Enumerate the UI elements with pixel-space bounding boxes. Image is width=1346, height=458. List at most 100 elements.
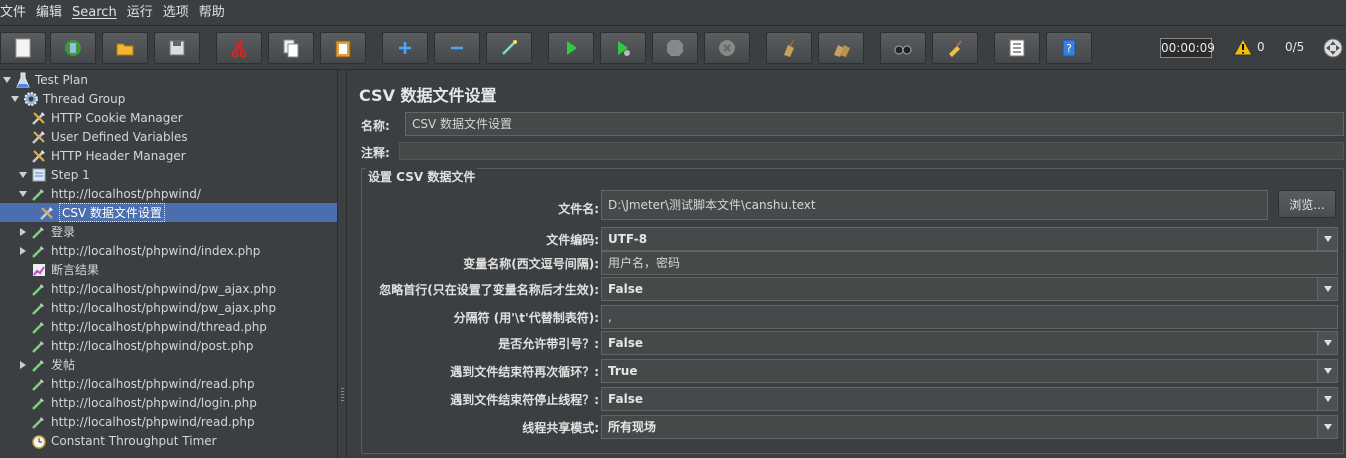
tree-node[interactable]: http://localhost/phpwind/pw_ajax.php — [0, 298, 337, 317]
tree-node[interactable]: Thread Group — [0, 89, 337, 108]
dropdown-arrow-icon[interactable] — [1317, 388, 1337, 410]
setting-dropdown[interactable]: True — [601, 359, 1338, 383]
dropdown-arrow-icon[interactable] — [1317, 416, 1337, 438]
tree-node[interactable]: http://localhost/phpwind/pw_ajax.php — [0, 279, 337, 298]
paste-button[interactable] — [320, 32, 366, 64]
help-button[interactable]: ? — [1046, 32, 1092, 64]
throughput-timer-icon — [32, 434, 46, 449]
function-helper-button[interactable] — [994, 32, 1040, 64]
setting-label: 忽略首行(只在设置了变量名称后才生效): — [379, 283, 599, 297]
setting-dropdown[interactable]: False — [601, 277, 1338, 301]
clear-all-button[interactable] — [818, 32, 864, 64]
list-icon — [1009, 39, 1025, 57]
test-plan-flask-icon — [16, 72, 30, 87]
minus-icon — [451, 46, 463, 50]
setting-dropdown[interactable]: False — [601, 387, 1338, 411]
save-button[interactable] — [154, 32, 200, 64]
comment-input[interactable] — [399, 142, 1344, 160]
toggle-button[interactable] — [486, 32, 532, 64]
cut-button[interactable] — [216, 32, 262, 64]
dropdown-arrow-icon[interactable] — [1317, 228, 1337, 250]
collapse-all-button[interactable] — [434, 32, 480, 64]
remote-start-icon[interactable] — [1322, 37, 1344, 59]
stop-button[interactable] — [652, 32, 698, 64]
tree-node[interactable]: http://localhost/phpwind/read.php — [0, 374, 337, 393]
warning-indicator[interactable]: 0 — [1233, 38, 1265, 56]
collapsed-triangle-icon[interactable] — [18, 246, 28, 256]
setting-dropdown[interactable]: UTF-8 — [601, 227, 1338, 251]
dropdown-arrow-icon[interactable] — [1317, 332, 1337, 354]
tree-node[interactable]: CSV 数据文件设置 — [0, 203, 337, 222]
browse-button[interactable]: 浏览... — [1278, 190, 1336, 218]
collapsed-triangle-icon[interactable] — [18, 227, 28, 237]
expanded-triangle-icon[interactable] — [2, 75, 12, 85]
splitter-grip[interactable] — [341, 388, 344, 402]
setting-text-input[interactable]: 用户名，密码 — [601, 251, 1338, 275]
tree-node[interactable]: HTTP Cookie Manager — [0, 108, 337, 127]
tree-node[interactable]: User Defined Variables — [0, 127, 337, 146]
tree-node[interactable]: 登录 — [0, 222, 337, 241]
http-sampler-pipette-icon — [32, 416, 44, 429]
shutdown-button[interactable] — [704, 32, 750, 64]
tree-node-label: http://localhost/phpwind/post.php — [51, 338, 254, 353]
tree-node[interactable]: HTTP Header Manager — [0, 146, 337, 165]
config-element-wrench-icon — [32, 111, 45, 125]
new-button[interactable] — [0, 32, 46, 64]
menu-edit[interactable]: 编辑 — [31, 0, 67, 26]
simple-controller-icon — [32, 168, 46, 181]
thread-group-gear-icon — [24, 91, 38, 106]
menu-search[interactable]: Search — [67, 0, 122, 26]
setting-text-input[interactable]: D:\Jmeter\测试脚本文件\canshu.text — [601, 190, 1268, 220]
dropdown-arrow-icon[interactable] — [1317, 278, 1337, 300]
clear-button[interactable] — [766, 32, 812, 64]
menu-run[interactable]: 运行 — [122, 0, 158, 26]
start-button[interactable] — [548, 32, 594, 64]
http-sampler-pipette-icon — [32, 226, 44, 239]
setting-dropdown[interactable]: 所有现场 — [601, 415, 1338, 439]
expanded-triangle-icon[interactable] — [10, 94, 20, 104]
tree-node-label: http://localhost/phpwind/index.php — [51, 243, 261, 258]
open-button[interactable] — [102, 32, 148, 64]
tree-node[interactable]: 断言结果 — [0, 260, 337, 279]
menu-help[interactable]: 帮助 — [194, 0, 230, 26]
tree-node[interactable]: http://localhost/phpwind/post.php — [0, 336, 337, 355]
menu-file[interactable]: 文件 — [0, 0, 31, 26]
name-input[interactable]: CSV 数据文件设置 — [405, 112, 1344, 136]
expanded-triangle-icon[interactable] — [18, 170, 28, 180]
stop-icon — [667, 40, 683, 56]
tree-node[interactable]: http://localhost/phpwind/read.php — [0, 412, 337, 431]
csv-settings-group-title: 设置 CSV 数据文件 — [366, 168, 478, 185]
tree-node[interactable]: Constant Throughput Timer — [0, 431, 337, 450]
tree-node[interactable]: http://localhost/phpwind/thread.php — [0, 317, 337, 336]
tree-node[interactable]: 发帖 — [0, 355, 337, 374]
tree-node[interactable]: http://localhost/phpwind/login.php — [0, 393, 337, 412]
setting-label: 文件名: — [558, 202, 599, 216]
dropdown-arrow-icon[interactable] — [1317, 360, 1337, 382]
search-button[interactable] — [880, 32, 926, 64]
expand-all-button[interactable] — [382, 32, 428, 64]
start-no-pauses-button[interactable] — [600, 32, 646, 64]
toolbar: ? 00:00:09 0 0/5 — [0, 26, 1346, 70]
setting-label: 分隔符 (用'\t'代替制表符): — [453, 311, 599, 325]
copy-button[interactable] — [268, 32, 314, 64]
http-sampler-pipette-icon — [32, 188, 44, 201]
tree-node[interactable]: http://localhost/phpwind/index.php — [0, 241, 337, 260]
broom-clear-icon — [784, 39, 795, 57]
copy-icon — [283, 39, 299, 58]
tree-node[interactable]: http://localhost/phpwind/ — [0, 184, 337, 203]
templates-button[interactable] — [50, 32, 96, 64]
setting-text-input[interactable]: , — [601, 305, 1338, 329]
tree-node-label: http://localhost/phpwind/read.php — [51, 376, 255, 391]
setting-label: 文件编码: — [546, 233, 599, 247]
toggle-wand-icon — [502, 40, 517, 55]
split-pane-divider[interactable] — [337, 70, 347, 458]
menu-options[interactable]: 选项 — [158, 0, 194, 26]
tree-node[interactable]: Test Plan — [0, 70, 337, 89]
setting-dropdown[interactable]: False — [601, 331, 1338, 355]
collapsed-triangle-icon[interactable] — [18, 360, 28, 370]
reset-search-button[interactable] — [932, 32, 978, 64]
test-plan-tree[interactable]: Test Plan Thread Group HTTP Cookie Manager… — [0, 70, 337, 458]
tree-node[interactable]: Step 1 — [0, 165, 337, 184]
expanded-triangle-icon[interactable] — [18, 189, 28, 199]
